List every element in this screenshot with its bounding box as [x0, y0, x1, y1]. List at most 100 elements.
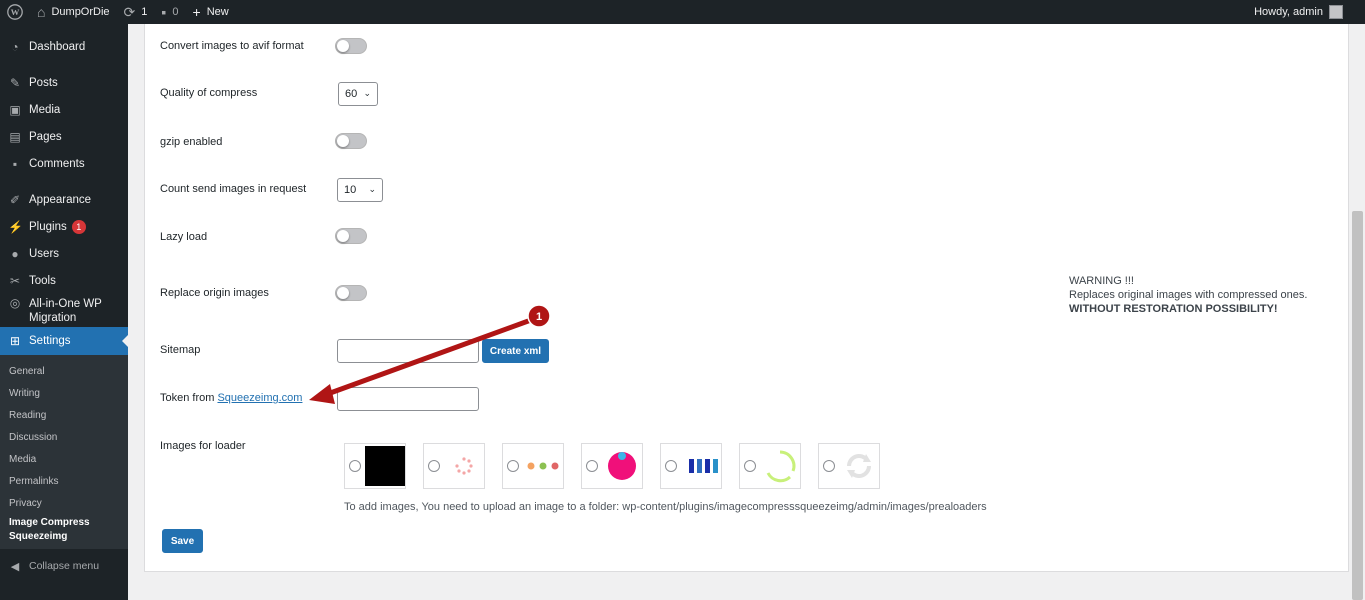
menu-label: Posts — [29, 76, 58, 89]
count-select[interactable]: 10 ⌄ — [337, 178, 383, 202]
loader-radio[interactable] — [665, 460, 677, 472]
menu-item-all-in-one-migration[interactable]: ◎ All-in-One WP Migration — [0, 294, 128, 327]
menu-item-comments[interactable]: ▪ Comments — [0, 150, 128, 177]
quality-label: Quality of compress — [160, 87, 258, 99]
plus-icon: + — [192, 4, 201, 20]
menu-label: Plugins — [29, 220, 67, 233]
loader-radio[interactable] — [586, 460, 598, 472]
quality-value: 60 — [345, 88, 358, 100]
warning-emphasis: WITHOUT RESTORATION POSSIBILITY! — [1069, 303, 1278, 315]
menu-label: All-in-One WP Migration — [29, 297, 102, 324]
loader-option-pink-circle[interactable] — [581, 443, 643, 489]
loader-option-black-square[interactable] — [344, 443, 406, 489]
save-button[interactable]: Save — [162, 529, 203, 553]
page-scrollbar[interactable] — [1350, 24, 1365, 600]
updates-count: 1 — [141, 6, 148, 18]
gzip-toggle[interactable] — [335, 133, 367, 149]
menu-label: Tools — [29, 274, 56, 287]
menu-label: Appearance — [29, 193, 92, 206]
pink-circle-preview — [608, 452, 636, 480]
menu-label: Dashboard — [29, 40, 86, 53]
loader-radio[interactable] — [744, 460, 756, 472]
loader-hint-text: To add images, You need to upload an ima… — [344, 501, 987, 513]
spinner-dots-preview — [455, 457, 473, 475]
warning-text: Replaces original images with compressed… — [1069, 289, 1308, 301]
scrollbar-thumb[interactable] — [1352, 211, 1363, 600]
loader-radio[interactable] — [349, 460, 361, 472]
site-name: DumpOrDie — [51, 6, 110, 18]
submenu-privacy[interactable]: Privacy — [0, 493, 128, 515]
count-value: 10 — [344, 184, 357, 196]
new-content-link[interactable]: + New — [186, 0, 236, 24]
menu-item-users[interactable]: ● Users — [0, 240, 128, 267]
menu-item-settings[interactable]: ⊞ Settings — [0, 327, 128, 355]
quality-select[interactable]: 60 ⌄ — [338, 82, 378, 106]
plugins-update-badge: 1 — [71, 219, 86, 234]
token-input[interactable] — [337, 387, 479, 411]
collapse-icon: ◀ — [10, 560, 20, 573]
submenu-image-compress-squeezeimg[interactable]: Image Compress Squeezeimg — [0, 515, 100, 545]
create-xml-button[interactable]: Create xml — [482, 339, 549, 363]
comments-link[interactable]: ▪ 0 — [154, 0, 185, 24]
loader-option-refresh[interactable] — [818, 443, 880, 489]
replace-label: Replace origin images — [160, 287, 269, 299]
brush-icon: ✐ — [9, 192, 21, 207]
green-arc-preview — [766, 450, 796, 483]
warning-title: WARNING !!! — [1069, 275, 1134, 287]
avif-label: Convert images to avif format — [160, 40, 304, 52]
updates-link[interactable]: ⟳ 1 — [117, 0, 155, 24]
colored-dots-preview — [527, 462, 559, 470]
menu-item-posts[interactable]: ✎ Posts — [0, 69, 128, 96]
submenu-permalinks[interactable]: Permalinks — [0, 471, 128, 493]
chevron-down-icon: ⌄ — [363, 88, 371, 98]
avatar — [1329, 5, 1343, 19]
menu-item-pages[interactable]: ▤ Pages — [0, 123, 128, 150]
gzip-label: gzip enabled — [160, 136, 223, 148]
my-account[interactable]: Howdy, admin — [1254, 5, 1365, 19]
migration-icon: ◎ — [9, 296, 21, 310]
plugin-icon: ⚡ — [8, 219, 23, 234]
home-icon: ⌂ — [37, 4, 46, 20]
menu-item-tools[interactable]: ✂ Tools — [0, 267, 128, 294]
loader-option-spinner-dots[interactable] — [423, 443, 485, 489]
menu-item-dashboard[interactable]: ◔ Dashboard — [0, 33, 128, 60]
sitemap-input[interactable] — [337, 339, 479, 363]
menu-item-media[interactable]: ▣ Media — [0, 96, 128, 123]
squeezeimg-link[interactable]: Squeezeimg.com — [217, 392, 302, 404]
menu-label: Media — [29, 103, 61, 116]
submenu-reading[interactable]: Reading — [0, 405, 128, 427]
replace-warning: WARNING !!! Replaces original images wit… — [1069, 274, 1307, 316]
submenu-writing[interactable]: Writing — [0, 383, 128, 405]
loader-option-green-arc[interactable] — [739, 443, 801, 489]
avif-toggle[interactable] — [335, 38, 367, 54]
collapse-label: Collapse menu — [29, 560, 100, 572]
collapse-menu-button[interactable]: ◀ Collapse menu — [0, 551, 128, 581]
media-icon: ▣ — [9, 102, 21, 117]
howdy-text: Howdy, admin — [1254, 6, 1323, 18]
black-square-preview — [365, 446, 405, 486]
wrench-icon: ✂ — [9, 273, 21, 288]
settings-panel: Convert images to avif format Quality of… — [144, 24, 1349, 572]
menu-item-plugins[interactable]: ⚡ Plugins 1 — [0, 213, 128, 240]
loader-option-colored-dots[interactable] — [502, 443, 564, 489]
pages-icon: ▤ — [9, 129, 21, 144]
dashboard-icon: ◔ — [11, 39, 19, 54]
loader-option-bars[interactable] — [660, 443, 722, 489]
count-label: Count send images in request — [160, 183, 307, 195]
loader-radio[interactable] — [428, 460, 440, 472]
loader-label: Images for loader — [160, 440, 246, 452]
site-name-link[interactable]: ⌂ DumpOrDie — [30, 0, 117, 24]
loader-radio[interactable] — [823, 460, 835, 472]
submenu-general[interactable]: General — [0, 361, 128, 383]
lazy-toggle[interactable] — [335, 228, 367, 244]
settings-icon: ⊞ — [9, 334, 21, 348]
replace-toggle[interactable] — [335, 285, 367, 301]
menu-item-appearance[interactable]: ✐ Appearance — [0, 186, 128, 213]
menu-label: Comments — [29, 157, 85, 170]
new-label: New — [206, 6, 229, 18]
loader-radio[interactable] — [507, 460, 519, 472]
comment-icon: ▪ — [12, 156, 18, 171]
submenu-discussion[interactable]: Discussion — [0, 427, 128, 449]
submenu-media[interactable]: Media — [0, 449, 128, 471]
wordpress-logo-icon[interactable]: W — [0, 0, 30, 24]
